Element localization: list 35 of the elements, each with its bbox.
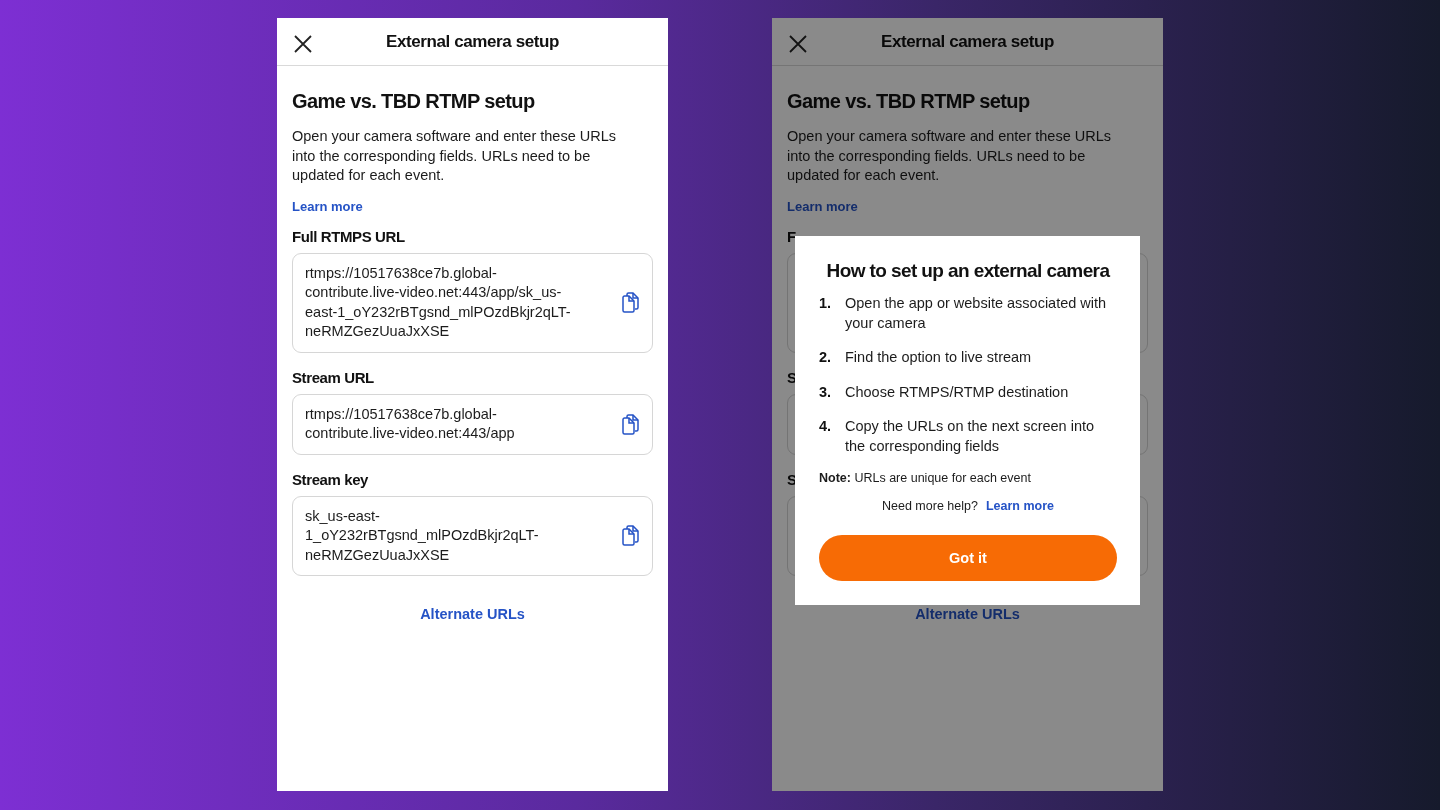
learn-more-link[interactable]: Learn more — [787, 198, 858, 214]
dialog-title: How to set up an external camera — [825, 260, 1111, 282]
step-text: Find the option to live stream — [845, 348, 1033, 367]
copy-icon — [622, 525, 640, 547]
url-field[interactable]: rtmps://10517638ce7b.global-contribute.live-video.net:443/app/sk_us-east-1_oY232rBTgsnd_mlPOzdBkjr2qLT-neRMZGezUuaJxXSE — [292, 252, 653, 353]
copy-icon — [622, 413, 640, 435]
field-label: Full RTMPS URL — [292, 227, 406, 245]
learn-more-link[interactable]: Learn more — [985, 499, 1054, 513]
field-label: Stream key — [292, 470, 370, 488]
step-number: 2. — [819, 348, 833, 367]
step-text: Copy the URLs on the next screen into the corresponding fields — [845, 417, 1096, 456]
learn-more-link[interactable]: Learn more — [292, 198, 363, 214]
description-text: Open your camera software and enter these URLs into the corresponding fields. URLs need to be updated for each event. — [787, 127, 1112, 185]
screen-title: External camera setup — [881, 31, 1054, 52]
help-text: Need more help? — [882, 499, 978, 513]
alternate-urls-link[interactable]: Alternate URLs — [915, 606, 1020, 622]
screen-title: External camera setup — [386, 31, 559, 52]
step-number: 4. — [819, 417, 833, 436]
copy-icon — [622, 292, 640, 313]
field-label: Stream URL — [292, 368, 375, 386]
setup-heading: Game vs. TBD RTMP setup — [787, 90, 1031, 113]
step-number: 1. — [819, 294, 833, 313]
step-text: Choose RTMPS/RTMP destination — [845, 382, 1070, 402]
step-text: Open the app or website associated with your camera — [845, 294, 1108, 333]
copy-button[interactable] — [622, 292, 640, 313]
alternate-urls-link[interactable]: Alternate URLs — [420, 606, 525, 622]
step-number: 3. — [819, 382, 833, 402]
description-text: Open your camera software and enter these URLs into the corresponding fields. URLs need to be updated for each event. — [292, 127, 617, 185]
copy-button[interactable] — [622, 413, 640, 435]
field-label: F — [787, 227, 797, 245]
url-field[interactable]: sk_us-east-1_oY232rBTgsnd_mlPOzdBkjr2qLT-neRMZGezUuaJxXSE — [292, 495, 653, 576]
url-field[interactable]: rtmps://10517638ce7b.global-contribute.live-video.net:443/app — [292, 393, 653, 455]
note-text: Note: URLs are unique for each event — [819, 471, 1032, 485]
setup-heading: Game vs. TBD RTMP setup — [292, 90, 536, 113]
copy-button[interactable] — [622, 525, 640, 547]
